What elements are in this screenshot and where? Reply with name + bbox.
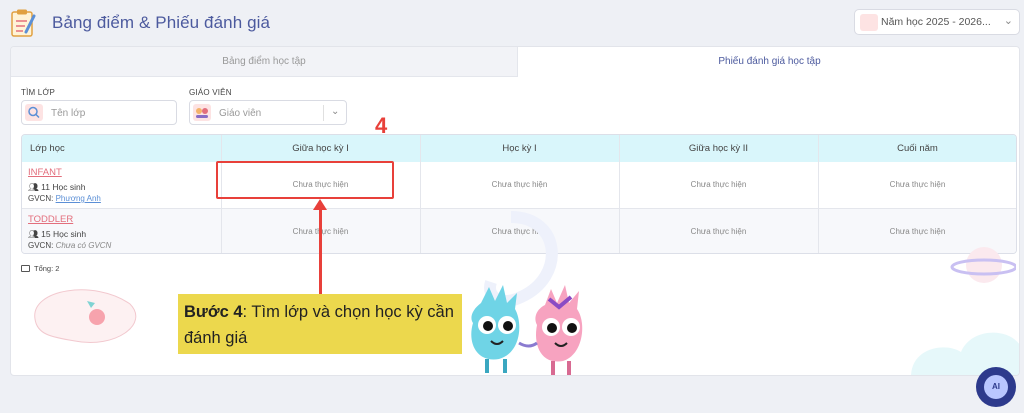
callout-step-label: Bước 4 xyxy=(184,303,243,321)
mascot-illustration xyxy=(471,285,583,375)
teacher-empty: Chưa có GVCN xyxy=(55,241,112,250)
list-icon xyxy=(21,265,30,272)
chevron-down-icon: ⌄ xyxy=(331,106,340,117)
total-text: Tổng: 2 xyxy=(34,264,60,273)
arrow-line xyxy=(319,206,322,296)
table-header: Lớp học Giữa học kỳ I Học kỳ I Giữa học … xyxy=(22,135,1016,162)
school-year-value: Năm học 2025 - 2026... xyxy=(881,16,991,28)
highlight-target-cell xyxy=(216,161,394,199)
header-midterm-1: Giữa học kỳ I xyxy=(292,143,349,154)
search-icon xyxy=(25,104,43,121)
class-search-input[interactable]: Tên lớp xyxy=(21,100,177,125)
class-link[interactable]: INFANT xyxy=(28,167,62,178)
tab-gradebook[interactable]: Bảng điểm học tập xyxy=(11,47,518,77)
student-count: 👥︎ 11 Học sinh xyxy=(28,182,85,193)
header-semester-1: Học kỳ I xyxy=(502,143,537,154)
total-count: Tổng: 2 xyxy=(21,264,59,273)
instruction-callout: Bước 4: Tìm lớp và chọn học kỳ cần đánh … xyxy=(178,294,462,354)
header-year-end: Cuối năm xyxy=(897,143,938,154)
tab-bar: Bảng điểm học tập Phiếu đánh giá học tập xyxy=(11,47,1019,77)
clipboard-icon xyxy=(11,9,36,37)
decorative-clouds xyxy=(911,332,1019,375)
teacher-select[interactable]: Giáo viên ⌄ xyxy=(189,100,347,125)
column-divider xyxy=(818,135,819,253)
step-number: 4 xyxy=(375,113,388,138)
ai-assistant-button[interactable]: AI xyxy=(976,367,1016,407)
class-link[interactable]: TODDLER xyxy=(28,214,73,225)
teacher-filter-label: GIÁO VIÊN xyxy=(189,88,232,97)
student-count: 👥︎ 15 Học sinh xyxy=(28,229,86,240)
tab-assessment[interactable]: Phiếu đánh giá học tập xyxy=(518,47,1019,77)
column-divider xyxy=(420,135,421,253)
select-divider xyxy=(323,105,324,121)
teacher-link[interactable]: Phương Anh xyxy=(56,194,101,203)
assessment-cell[interactable]: Chưa thực hiện xyxy=(818,162,1016,208)
app-header: Bảng điểm & Phiếu đánh giá Năm học 2025 … xyxy=(0,0,1024,46)
student-count-text: 15 Học sinh xyxy=(41,229,87,239)
assessment-cell[interactable]: Chưa thực hiện xyxy=(619,162,818,208)
page-title: Bảng điểm & Phiếu đánh giá xyxy=(52,13,271,32)
ai-icon: AI xyxy=(984,375,1008,399)
teacher-prefix: GVCN: xyxy=(28,194,54,203)
assessment-cell[interactable]: Chưa thực hiện xyxy=(619,209,818,253)
school-year-select[interactable]: Năm học 2025 - 2026... ⌄ xyxy=(854,9,1020,35)
teacher-prefix: GVCN: xyxy=(28,241,54,250)
class-filter-label: TÌM LỚP xyxy=(21,88,56,97)
students-icon: 👥︎ xyxy=(28,229,39,239)
class-search-placeholder: Tên lớp xyxy=(51,108,86,119)
homeroom-teacher: GVCN: Phương Anh xyxy=(28,194,101,203)
main-card: Bảng điểm học tập Phiếu đánh giá học tập… xyxy=(10,46,1020,376)
students-icon: 👥︎ xyxy=(28,182,39,192)
decorative-blob xyxy=(34,289,137,343)
chevron-down-icon: ⌄ xyxy=(1003,15,1013,27)
header-midterm-2: Giữa học kỳ II xyxy=(688,143,749,154)
column-divider xyxy=(619,135,620,253)
homeroom-teacher: GVCN: Chưa có GVCN xyxy=(28,241,111,250)
header-class: Lớp học xyxy=(30,143,65,154)
teacher-select-placeholder: Giáo viên xyxy=(219,108,262,119)
teacher-icon xyxy=(193,104,211,121)
calendar-icon xyxy=(860,14,878,31)
student-count-text: 11 Học sinh xyxy=(41,182,86,192)
